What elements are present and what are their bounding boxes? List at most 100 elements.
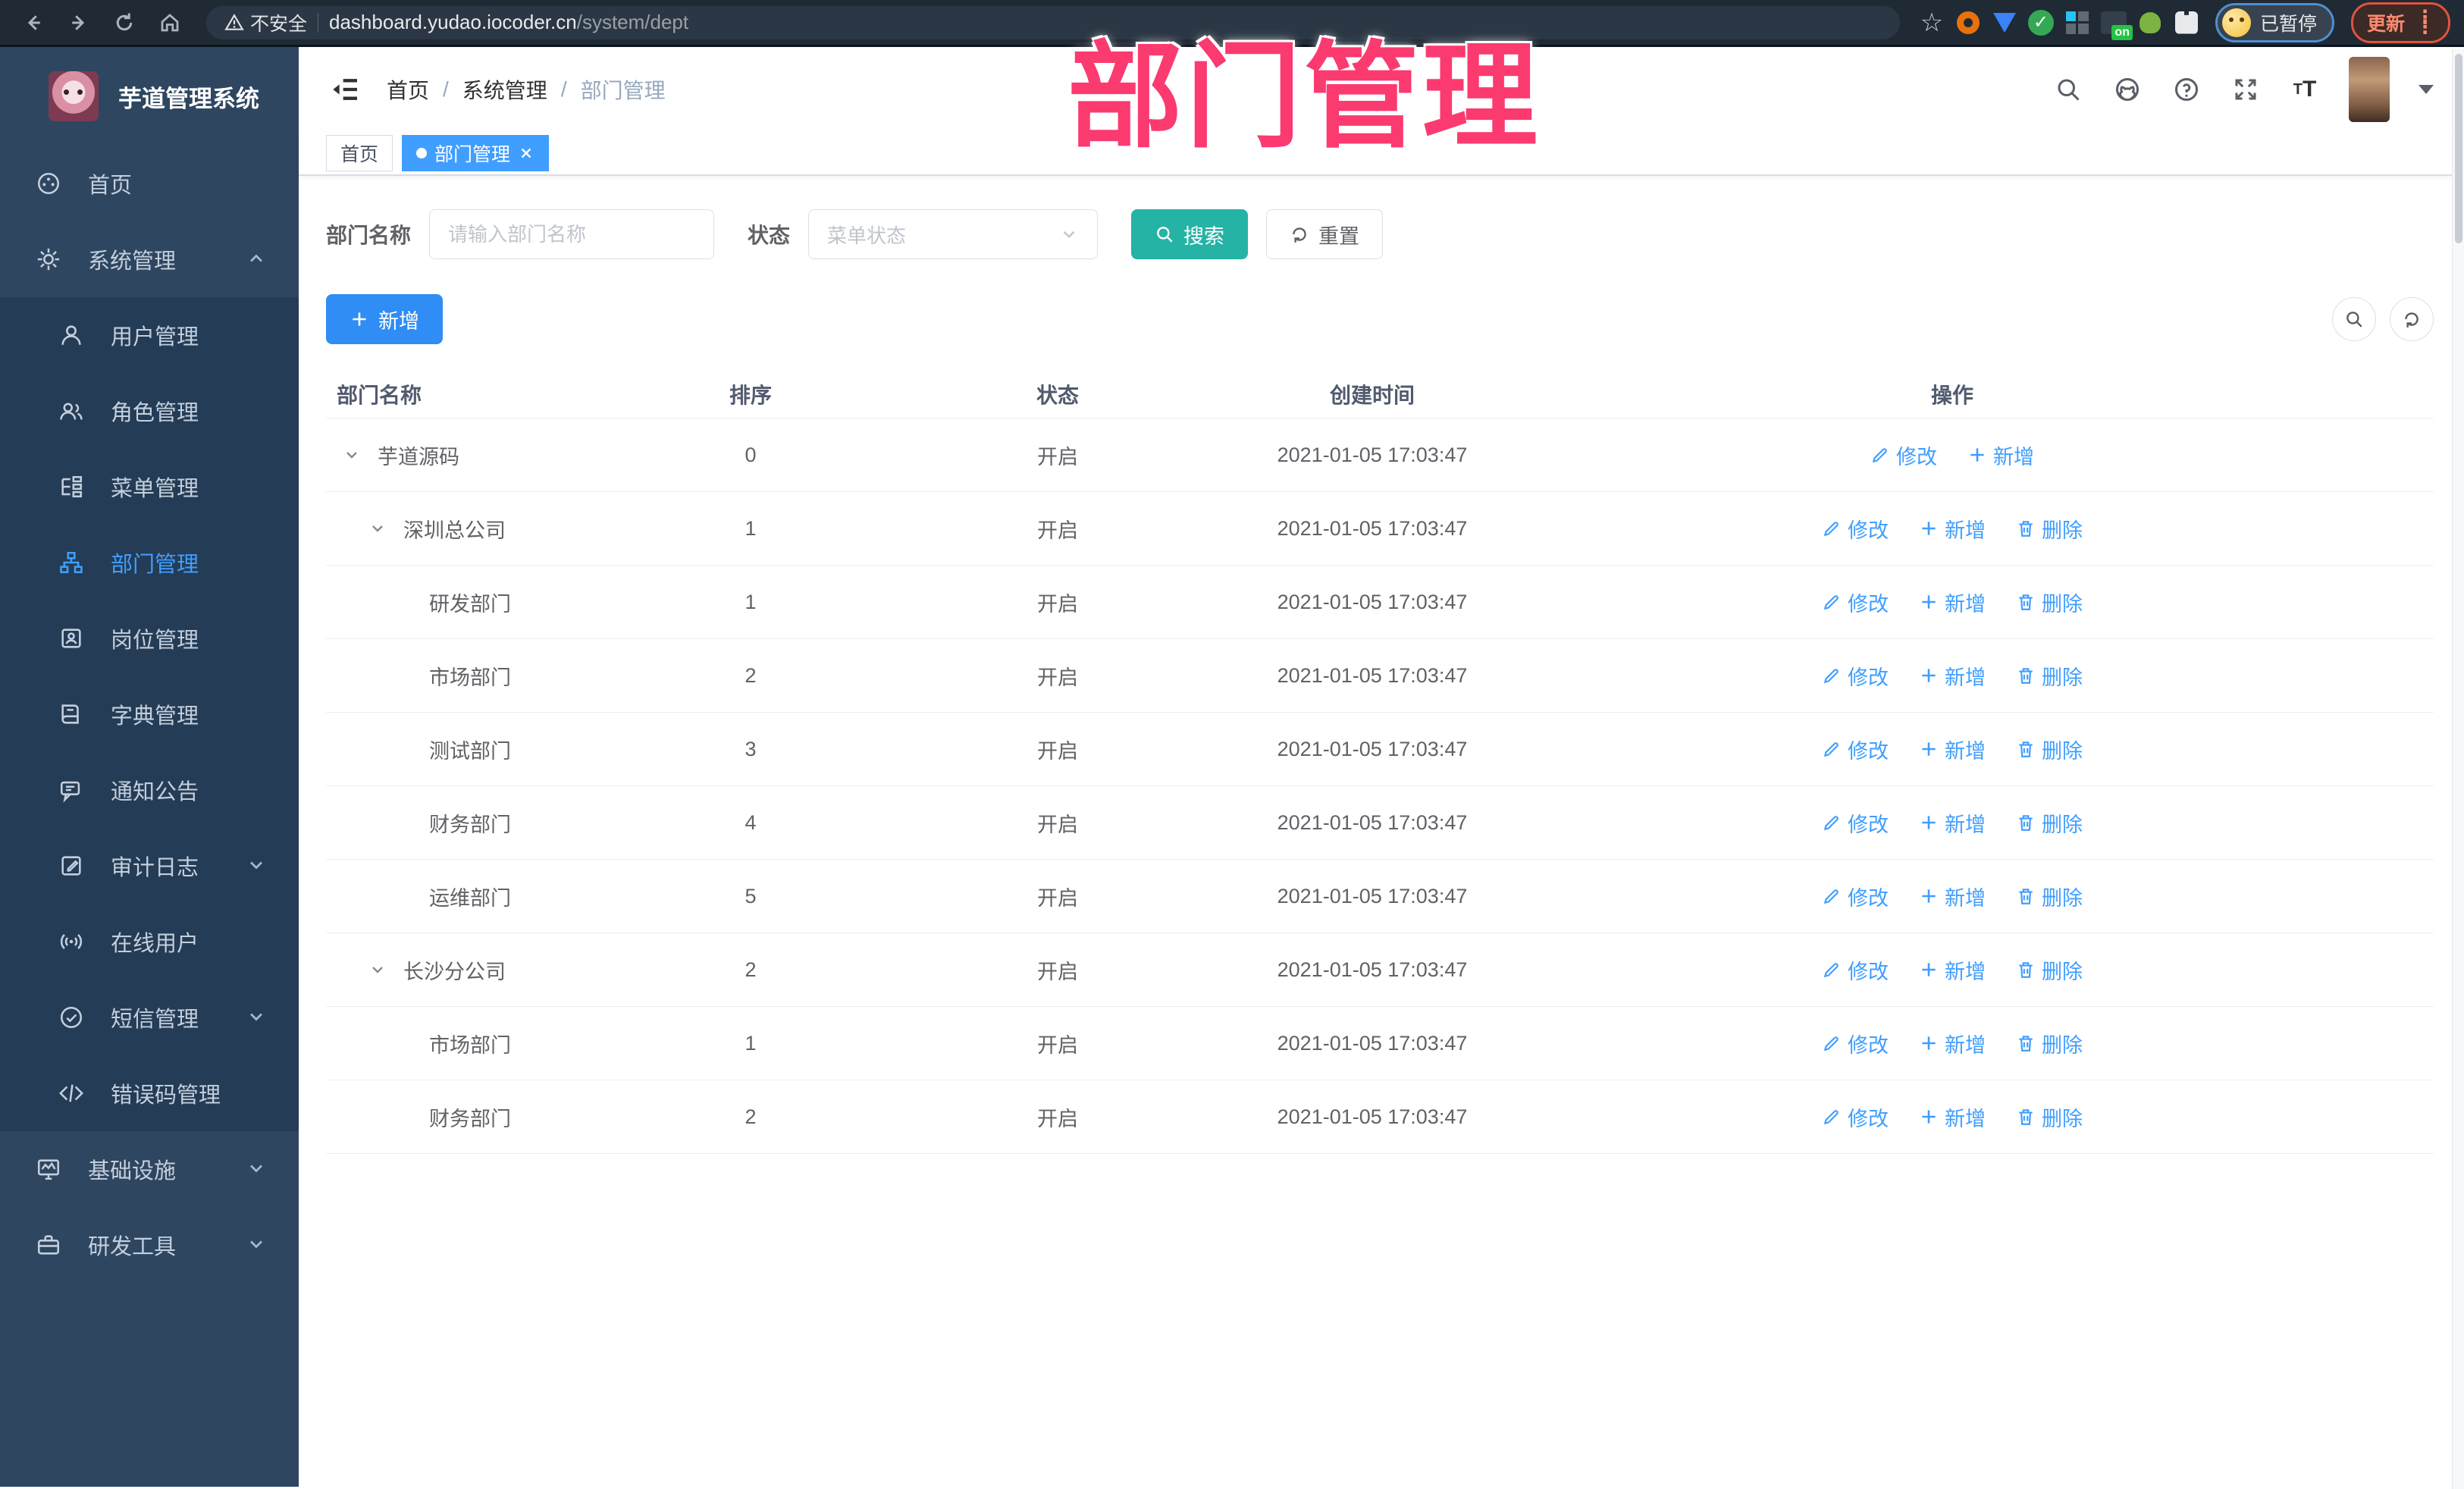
breadcrumb-home[interactable]: 首页	[387, 74, 429, 105]
browser-reload-icon[interactable]	[105, 6, 144, 39]
edit-link[interactable]: 修改	[1822, 1029, 1889, 1058]
bookmark-star-icon[interactable]: ☆	[1917, 8, 1947, 38]
table-row[interactable]: 市场部门 2 开启 2021-01-05 17:03:47 修改 新增 删除	[326, 639, 2434, 713]
toggle-search-button[interactable]	[2332, 297, 2376, 341]
table-row[interactable]: 财务部门 2 开启 2021-01-05 17:03:47 修改 新增 删除	[326, 1080, 2434, 1154]
add-child-link[interactable]: 新增	[1919, 1102, 1986, 1132]
extension-gem-icon[interactable]	[1989, 8, 2020, 38]
browser-forward-icon[interactable]	[59, 6, 99, 39]
add-child-link[interactable]: 新增	[1919, 882, 1986, 911]
add-child-link[interactable]: 新增	[1919, 514, 1986, 544]
add-child-link[interactable]: 新增	[1919, 735, 1986, 764]
extension-grid-icon[interactable]	[2062, 8, 2093, 38]
add-child-link[interactable]: 新增	[1919, 808, 1986, 838]
edit-link[interactable]: 修改	[1822, 661, 1889, 691]
table-row[interactable]: 财务部门 4 开启 2021-01-05 17:03:47 修改 新增 删除	[326, 786, 2434, 860]
sidebar-item-dept[interactable]: 部门管理	[0, 525, 299, 600]
not-secure-badge[interactable]: 不安全	[224, 9, 307, 36]
page-scrollbar[interactable]	[2452, 49, 2464, 1489]
sidebar-item-system[interactable]: 系统管理	[0, 221, 299, 297]
address-bar[interactable]: 不安全 dashboard.yudao.iocoder.cn/system/de…	[206, 5, 1900, 39]
edit-label: 修改	[1848, 592, 1889, 616]
add-child-link[interactable]: 新增	[1919, 1029, 1986, 1058]
tab-dept-active[interactable]: 部门管理	[402, 135, 550, 171]
delete-link[interactable]: 删除	[2016, 882, 2083, 911]
extension-key-icon[interactable]	[2135, 8, 2165, 38]
topbar: 首页 / 系统管理 / 部门管理 TT	[299, 47, 2464, 132]
add-child-link[interactable]: 新增	[1919, 661, 1986, 691]
sidebar-logo-row[interactable]: 芋道管理系统	[0, 47, 299, 146]
status-select[interactable]: 菜单状态	[808, 209, 1099, 259]
add-child-link[interactable]: 新增	[1919, 955, 1986, 985]
delete-link[interactable]: 删除	[2016, 1029, 2083, 1058]
sidebar-item-infra[interactable]: 基础设施	[0, 1131, 299, 1207]
add-child-link[interactable]: 新增	[1967, 440, 2034, 470]
add-dept-button[interactable]: 新增	[326, 294, 443, 344]
delete-link[interactable]: 删除	[2016, 514, 2083, 544]
sidebar-item-user[interactable]: 用户管理	[0, 297, 299, 373]
edit-link[interactable]: 修改	[1822, 588, 1889, 617]
sidebar-fold-icon[interactable]	[329, 73, 362, 106]
fullscreen-icon[interactable]	[2230, 74, 2261, 105]
edit-link[interactable]: 修改	[1870, 440, 1937, 470]
browser-back-icon[interactable]	[14, 6, 53, 39]
delete-link[interactable]: 删除	[2016, 955, 2083, 985]
delete-link[interactable]: 删除	[2016, 661, 2083, 691]
user-avatar[interactable]	[2349, 57, 2390, 122]
sidebar-item-errcode[interactable]: 错误码管理	[0, 1055, 299, 1131]
refresh-table-button[interactable]	[2390, 297, 2434, 341]
search-icon[interactable]	[2053, 74, 2083, 105]
caret-down-icon[interactable]	[2419, 85, 2434, 94]
sidebar-item-post[interactable]: 岗位管理	[0, 600, 299, 676]
help-icon[interactable]	[2171, 74, 2202, 105]
browser-profile-chip[interactable]: 已暂停	[2215, 2, 2334, 42]
sidebar-item-role[interactable]: 角色管理	[0, 373, 299, 449]
table-row[interactable]: 测试部门 3 开启 2021-01-05 17:03:47 修改 新增 删除	[326, 713, 2434, 786]
table-row[interactable]: 深圳总公司 1 开启 2021-01-05 17:03:47 修改 新增 删除	[326, 492, 2434, 566]
delete-link[interactable]: 删除	[2016, 808, 2083, 838]
table-row[interactable]: 研发部门 1 开启 2021-01-05 17:03:47 修改 新增 删除	[326, 566, 2434, 639]
delete-link[interactable]: 删除	[2016, 588, 2083, 617]
table-row[interactable]: 长沙分公司 2 开启 2021-01-05 17:03:47 修改 新增 删除	[326, 933, 2434, 1007]
sidebar-item-sms[interactable]: 短信管理	[0, 980, 299, 1055]
browser-update-button[interactable]: 更新 ⋮ ⋮	[2350, 2, 2450, 43]
add-child-link[interactable]: 新增	[1919, 588, 1986, 617]
extension-on-icon[interactable]: on	[2099, 8, 2133, 40]
table-row[interactable]: 芋道源码 0 开启 2021-01-05 17:03:47 修改 新增	[326, 418, 2434, 492]
delete-link[interactable]: 删除	[2016, 735, 2083, 764]
sidebar-item-menu[interactable]: 菜单管理	[0, 449, 299, 525]
sidebar-item-notice[interactable]: 通知公告	[0, 752, 299, 828]
browser-home-icon[interactable]	[150, 6, 190, 39]
tree-expand-arrow-icon[interactable]	[368, 958, 403, 981]
reset-button[interactable]: 重置	[1266, 209, 1384, 259]
edit-link[interactable]: 修改	[1822, 735, 1889, 764]
browser-menu-icon[interactable]: ⋮ ⋮	[2415, 8, 2434, 37]
sidebar-item-home[interactable]: 首页	[0, 146, 299, 221]
tree-expand-arrow-icon[interactable]	[368, 517, 403, 540]
sidebar-item-devtool[interactable]: 研发工具	[0, 1207, 299, 1283]
extensions-puzzle-icon[interactable]	[2171, 8, 2202, 38]
close-tab-icon[interactable]	[518, 145, 534, 161]
sidebar-item-dict[interactable]: 字典管理	[0, 676, 299, 752]
dept-name-input[interactable]	[429, 209, 715, 259]
delete-link[interactable]: 删除	[2016, 1102, 2083, 1132]
extension-orange-icon[interactable]	[1953, 8, 1983, 38]
edit-link[interactable]: 修改	[1822, 808, 1889, 838]
github-icon[interactable]	[2112, 74, 2143, 105]
dept-name: 芋道源码	[378, 445, 459, 469]
edit-link[interactable]: 修改	[1822, 1102, 1889, 1132]
font-size-icon[interactable]: TT	[2290, 74, 2320, 105]
edit-link[interactable]: 修改	[1822, 514, 1889, 544]
sidebar-item-online[interactable]: 在线用户	[0, 904, 299, 980]
edit-link[interactable]: 修改	[1822, 882, 1889, 911]
edit-link[interactable]: 修改	[1822, 955, 1889, 985]
search-button[interactable]: 搜索	[1131, 209, 1249, 259]
scrollbar-thumb[interactable]	[2455, 54, 2462, 243]
table-row[interactable]: 运维部门 5 开启 2021-01-05 17:03:47 修改 新增 删除	[326, 860, 2434, 933]
tree-expand-arrow-icon[interactable]	[343, 444, 378, 466]
tab-home[interactable]: 首页	[326, 135, 393, 171]
table-row[interactable]: 市场部门 1 开启 2021-01-05 17:03:47 修改 新增 删除	[326, 1007, 2434, 1080]
extension-green-check-icon[interactable]: ✓	[2026, 8, 2056, 38]
sidebar-item-audit[interactable]: 审计日志	[0, 828, 299, 904]
breadcrumb-system[interactable]: 系统管理	[462, 74, 547, 105]
